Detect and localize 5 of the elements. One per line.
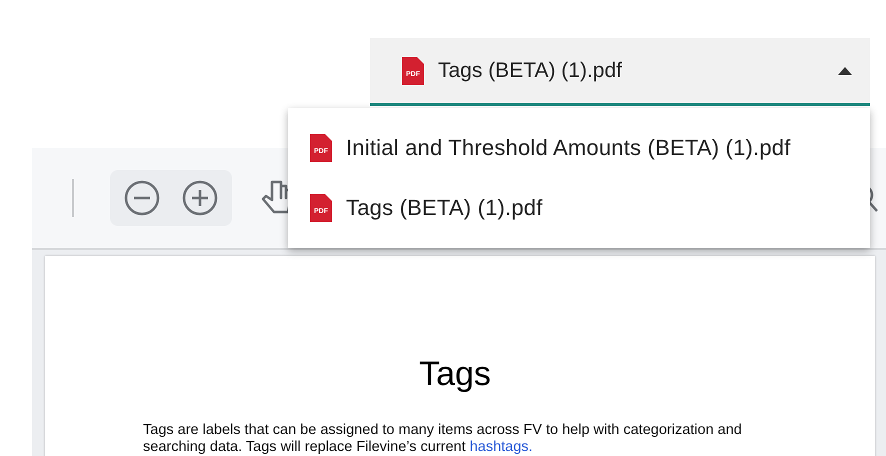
document-paragraph: Tags are labels that can be assigned to many items across FV to help with categorization and searching data. Tags will replace Filevine’s current hashtags. (143, 422, 743, 456)
document-title: Tags (418, 354, 492, 394)
hashtags-link[interactable]: hashtags. (470, 439, 533, 455)
zoom-out-button[interactable] (124, 180, 160, 216)
zoom-in-button[interactable] (182, 180, 218, 216)
